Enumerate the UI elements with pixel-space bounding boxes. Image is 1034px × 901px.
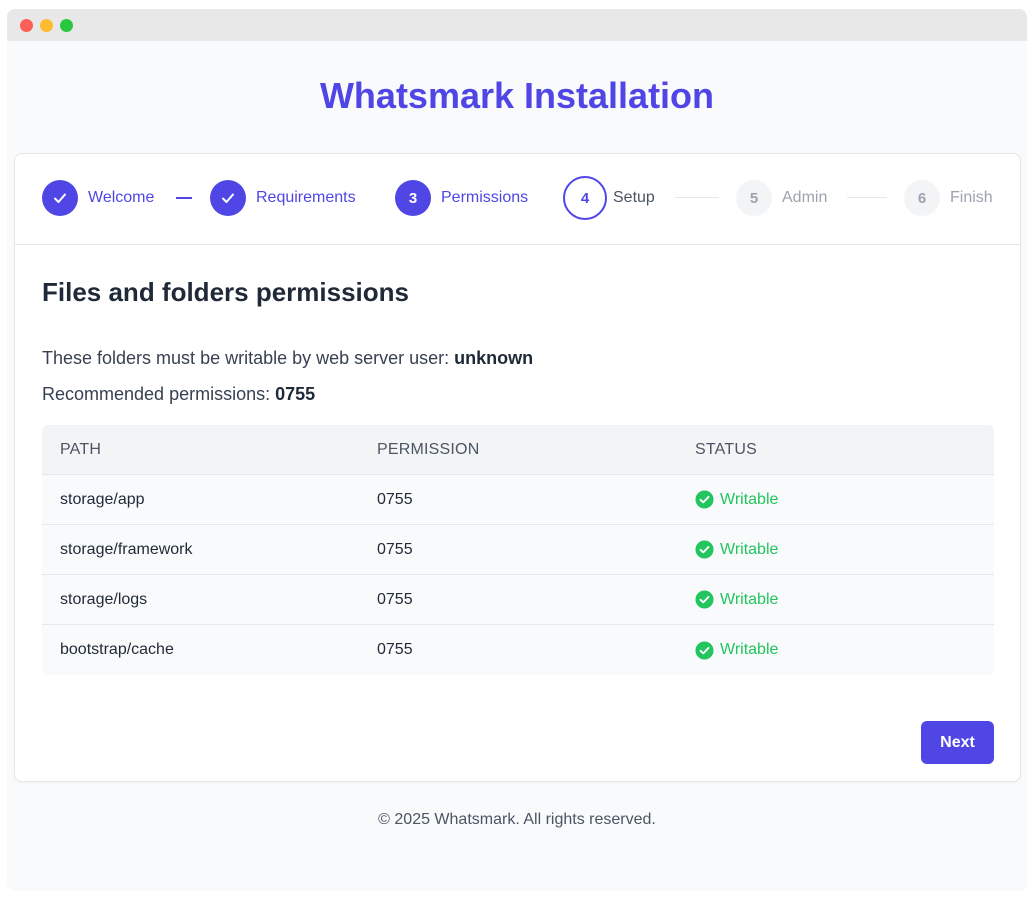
step-number: 6 [904,180,940,216]
step-number: 4 [563,176,607,220]
check-circle-icon [695,490,714,509]
step-welcome[interactable]: Welcome [42,180,154,216]
check-circle-icon [695,540,714,559]
step-label: Permissions [441,189,529,206]
step-label: Admin [782,189,828,206]
section-heading: Files and folders permissions [42,277,409,307]
footer-copyright: © 2025 Whatsmark. All rights reserved. [378,811,656,828]
check-icon [210,180,246,216]
status-label: Writable [720,490,779,508]
writable-user-text: These folders must be writable by web se… [42,348,533,369]
status-label: Writable [720,641,779,658]
step-label: Finish [950,189,993,206]
browser-window: Whatsmark Installation Welcome Requireme… [7,9,1027,891]
next-button[interactable]: Next [921,721,994,764]
status-cell: Writable [677,490,994,509]
check-circle-icon [695,640,714,660]
status-label: Writable [720,590,779,608]
step-label: Requirements [256,189,356,206]
status-cell: Writable [677,590,994,609]
table-row: storage/logs 0755 Writable [42,575,994,625]
path-cell: storage/app [60,490,145,508]
step-connector [176,197,192,199]
status-cell: Writable [677,640,994,660]
minimize-window-icon[interactable] [40,19,53,32]
permission-cell: 0755 [377,590,413,608]
permissions-table: PATH PERMISSION STATUS storage/app 0755 … [42,425,994,675]
recommended-prefix: Recommended permissions: [42,384,276,404]
step-connector [847,197,887,198]
path-cell: storage/framework [60,540,193,558]
path-cell: storage/logs [60,590,148,608]
recommended-permissions-text: Recommended permissions: 0755 [42,384,315,405]
step-connector [675,197,719,198]
status-label: Writable [720,540,779,558]
table-row: storage/framework 0755 Writable [42,525,994,575]
check-icon [42,180,78,216]
step-number: 3 [395,180,431,216]
table-row: storage/app 0755 Writable [42,475,994,525]
table-row: bootstrap/cache 0755 Writable [42,625,994,675]
installer-card: Welcome Requirements 3 Permissions 4 Set… [14,153,1021,782]
step-progress: Welcome Requirements 3 Permissions 4 Set… [15,154,1020,245]
status-cell: Writable [677,540,994,559]
column-header-permission: PERMISSION [377,440,480,458]
step-setup[interactable]: 4 Setup [563,176,655,220]
step-label: Welcome [88,189,155,206]
column-header-status: STATUS [695,440,757,458]
table-header-row: PATH PERMISSION STATUS [42,425,994,475]
step-finish[interactable]: 6 Finish [904,180,993,216]
step-requirements[interactable]: Requirements [210,180,356,216]
writable-user-value: unknown [454,348,534,368]
page-title: Whatsmark Installation [319,75,715,116]
permission-cell: 0755 [377,641,413,658]
window-titlebar [7,9,1027,41]
permission-cell: 0755 [377,490,413,508]
close-window-icon[interactable] [20,19,33,32]
maximize-window-icon[interactable] [60,19,73,32]
step-label: Setup [613,189,655,206]
check-circle-icon [695,590,714,609]
recommended-permissions-value: 0755 [275,384,316,404]
permission-cell: 0755 [377,540,413,558]
path-cell: bootstrap/cache [60,641,174,658]
column-header-path: PATH [60,440,102,458]
writable-prefix: These folders must be writable by web se… [42,348,455,368]
step-number: 5 [736,180,772,216]
step-permissions[interactable]: 3 Permissions [395,180,528,216]
step-admin[interactable]: 5 Admin [736,180,827,216]
